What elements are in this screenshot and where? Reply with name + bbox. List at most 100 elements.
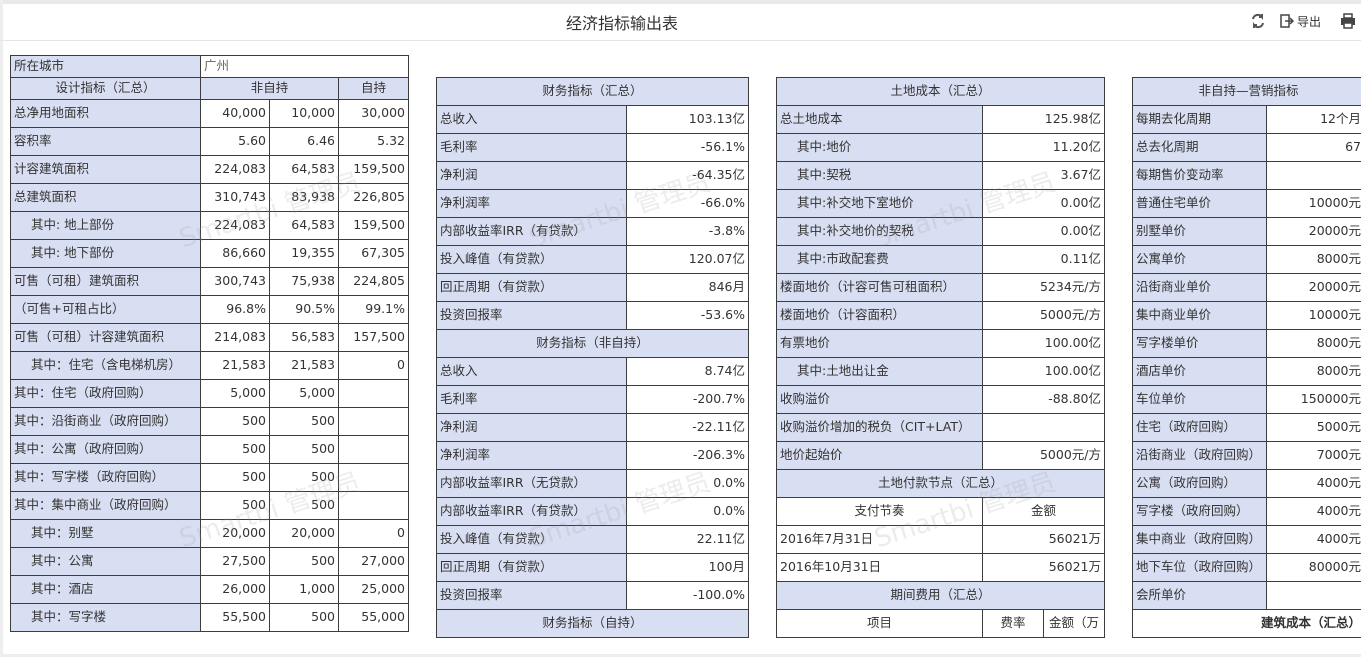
sub-header-row: 项目 费率 金额（万 (776, 609, 1105, 638)
table-row: 会所单价 (1132, 581, 1361, 610)
cell-value: 120.07亿 (625, 245, 750, 274)
row-label: 内部收益率IRR（无贷款） (436, 469, 627, 498)
cell-value: 8000元 (1265, 245, 1361, 274)
table-row: 写字楼单价 8000元 (1132, 329, 1361, 358)
cell-value: 80000元 (1265, 553, 1361, 582)
cell-value: 21,583 (200, 351, 270, 380)
cell-value: 4000元 (1265, 525, 1361, 554)
table-row: 集中商业单价 10000元 (1132, 301, 1361, 330)
cell-value: 64,583 (269, 211, 339, 240)
cell-value: 8000元 (1265, 329, 1361, 358)
table-row: 其中：酒店 26,000 1,000 25,000 (10, 575, 409, 604)
row-label: 计容建筑面积 (10, 155, 201, 184)
cell-value: 224,083 (200, 211, 270, 240)
table-row: 其中:市政配套费 0.11亿 (776, 245, 1105, 274)
table-row: 其中：写字楼 55,500 500 55,000 (10, 603, 409, 632)
table-row: 其中：公寓 27,500 500 27,000 (10, 547, 409, 576)
section-header-row: 非自持—营销指标 (1131, 77, 1361, 106)
export-button[interactable]: 导出 (1280, 13, 1321, 29)
cell-value: 5234元/方 (982, 273, 1105, 302)
row-label: 每期去化周期 (1132, 105, 1267, 134)
row-label: 写字楼（政府回购） (1132, 497, 1267, 526)
cell-value: 159,500 (338, 155, 409, 184)
table-row: 其中:地价 11.20亿 (776, 133, 1105, 162)
row-label: 容积率 (10, 127, 201, 156)
table-row: 车位单价 150000元 (1132, 385, 1361, 414)
table-row: 净利润率 -66.0% (436, 189, 750, 218)
cell-value: 500 (200, 407, 270, 436)
cell-value: 500 (269, 603, 339, 632)
row-label: 集中商业单价 (1132, 301, 1267, 330)
row-label: 楼面地价（计容面积） (776, 301, 983, 330)
row-label: 净利润 (436, 413, 627, 442)
row-label: 净利润 (436, 161, 627, 190)
cell-value: 19,355 (269, 239, 339, 268)
table-row: 净利润 -64.35亿 (436, 161, 750, 190)
row-label: 写字楼单价 (1132, 329, 1267, 358)
row-label: 其中：写字楼（政府回购） (10, 463, 201, 492)
design-indicator-header: 设计指标（汇总） (10, 77, 201, 100)
row-label: 回正周期（有贷款） (436, 553, 627, 582)
financial-indicator-table: 财务指标（汇总） 总收入 103.13亿 毛利率 -56.1% 净利润 -64.35亿 净利润… (435, 77, 750, 638)
cell-value (982, 413, 1105, 442)
cell-value: 500 (269, 407, 339, 436)
table-row: 总收入 8.74亿 (436, 357, 750, 386)
table-row: 总净用地面积 40,000 10,000 30,000 (10, 99, 409, 128)
cell-value: 4000元 (1265, 497, 1361, 526)
cell-value: -53.6% (625, 301, 750, 330)
table-row: 可售（可租）建筑面积 300,743 75,938 224,805 (10, 267, 409, 296)
section-header-row: 财务指标（非自持） (435, 329, 750, 358)
cell-value (338, 491, 409, 520)
row-label: 有票地价 (776, 329, 983, 358)
cell-value: 6.46 (269, 127, 339, 156)
financial-total-header: 财务指标（汇总） (435, 77, 750, 106)
refresh-icon[interactable] (1250, 13, 1266, 29)
row-label: 净利润率 (436, 189, 627, 218)
cell-value: 214,083 (200, 323, 270, 352)
cell-value: -22.11亿 (625, 413, 750, 442)
section-header-row: 土地付款节点（汇总） (776, 469, 1105, 498)
cell-value: 20,000 (269, 519, 339, 548)
cell-value: -88.80亿 (982, 385, 1105, 414)
row-label: 投入峰值（有贷款） (436, 525, 627, 554)
table-row: 内部收益率IRR（无贷款） 0.0% (436, 469, 750, 498)
table-row: 地价起始价 5000元/方 (776, 441, 1105, 470)
row-label: 可售（可租）计容建筑面积 (10, 323, 201, 352)
cell-value: 500 (269, 463, 339, 492)
export-icon (1280, 14, 1294, 28)
row-label: 其中：别墅 (10, 519, 201, 548)
period-expense-header: 期间费用（汇总） (776, 581, 1105, 610)
city-value[interactable]: 广州 (200, 55, 409, 78)
cell-value (1265, 581, 1361, 610)
row-label: 收购溢价 (776, 385, 983, 414)
row-label: 公寓（政府回购） (1132, 469, 1267, 498)
cell-value: 0.00亿 (982, 217, 1105, 246)
print-icon[interactable] (1340, 13, 1356, 29)
land-payment-header: 土地付款节点（汇总） (776, 469, 1105, 498)
row-label: 沿街商业单价 (1132, 273, 1267, 302)
table-row: 净利润 -22.11亿 (436, 413, 750, 442)
payment-schedule-header: 支付节奏 (776, 497, 983, 526)
table-row: 每期去化周期 12个月 (1132, 105, 1361, 134)
cell-value: 22.11亿 (625, 525, 750, 554)
cell-value: 67 (1265, 133, 1361, 162)
cell-value: 10000元 (1265, 189, 1361, 218)
row-label: 总收入 (436, 105, 627, 134)
cell-value: 103.13亿 (625, 105, 750, 134)
table-row: 每期售价变动率 (1132, 161, 1361, 190)
table-row: 其中：公寓（政府回购） 500 500 (10, 435, 409, 464)
table-row: 沿街商业单价 20000元 (1132, 273, 1361, 302)
export-label: 导出 (1297, 14, 1322, 29)
cell-value: 0.0% (625, 469, 750, 498)
cell-value: 83,938 (269, 183, 339, 212)
cell-value (338, 407, 409, 436)
table-row: 有票地价 100.00亿 (776, 329, 1105, 358)
cell-value: -3.8% (625, 217, 750, 246)
cell-value: 8.74亿 (625, 357, 750, 386)
table-row: 楼面地价（计容可售可租面积） 5234元/方 (776, 273, 1105, 302)
row-label: 其中：写字楼 (10, 603, 201, 632)
row-label: 其中：集中商业（政府回购） (10, 491, 201, 520)
report-title: 经济指标输出表 (565, 14, 678, 33)
cell-value: 100月 (625, 553, 750, 582)
sub-header-row: 支付节奏 金额 (776, 497, 1105, 526)
